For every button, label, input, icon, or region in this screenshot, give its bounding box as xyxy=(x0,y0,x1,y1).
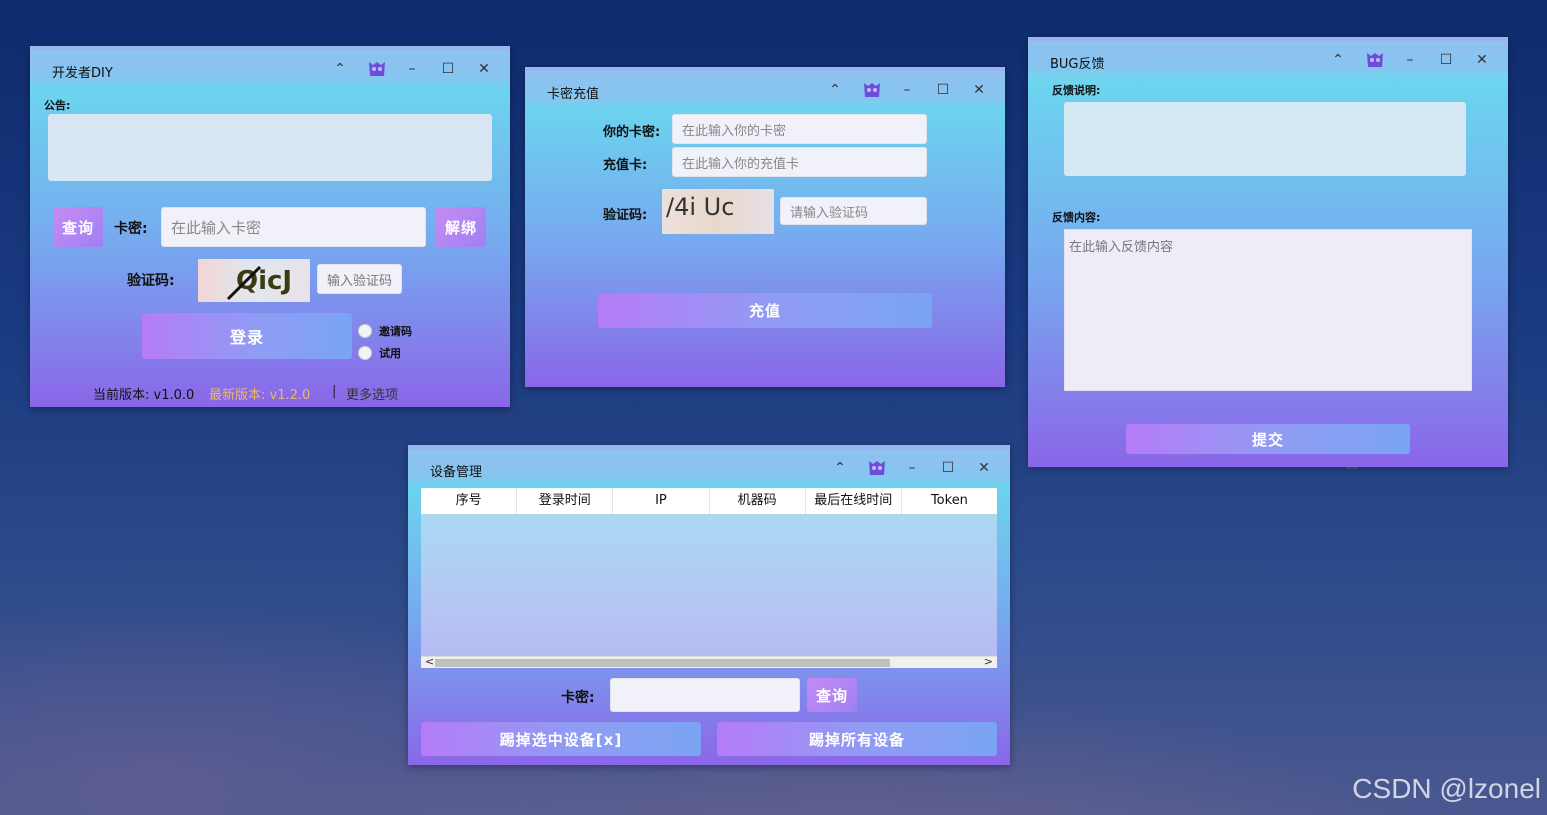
minimize-icon[interactable]: – xyxy=(895,79,919,101)
app-logo-icon xyxy=(366,59,388,79)
captcha-label: 验证码: xyxy=(127,273,175,289)
invite-radio[interactable]: 邀请码 xyxy=(358,323,412,339)
feedback-desc-label: 反馈说明: xyxy=(1052,84,1101,97)
close-icon[interactable]: ✕ xyxy=(967,79,991,101)
window-title: BUG反馈 xyxy=(1050,57,1105,72)
watermark: CSDN @lzonel xyxy=(1352,773,1541,804)
maximize-icon[interactable]: ☐ xyxy=(936,457,960,479)
card-input[interactable]: 在此输入卡密 xyxy=(161,207,426,247)
radio-dot xyxy=(358,346,372,360)
latest-version[interactable]: 最新版本: v1.2.0 xyxy=(209,384,310,403)
captcha-image[interactable]: /4i Uc xyxy=(662,189,774,234)
invite-radio-label: 邀请码 xyxy=(379,325,412,338)
current-version: 当前版本: v1.0.0 xyxy=(93,388,195,403)
captcha-image[interactable]: QicJ xyxy=(198,259,310,302)
captcha-input[interactable]: 请输入验证码 xyxy=(780,197,927,225)
feedback-window: BUG反馈 ⌃ – ☐ ✕ 反馈说明: 反馈内容: 在此输入反馈内容 提交 xyxy=(1028,37,1508,467)
column-header[interactable]: 序号 xyxy=(421,488,518,514)
titlebar: BUG反馈 ⌃ – ☐ ✕ xyxy=(1028,41,1508,79)
card-label: 卡密: xyxy=(114,221,148,237)
window-title: 卡密充值 xyxy=(547,87,600,102)
card-input[interactable] xyxy=(610,678,800,712)
feedback-content-label: 反馈内容: xyxy=(1052,211,1101,224)
query-button[interactable]: 查询 xyxy=(53,207,103,247)
close-icon[interactable]: ✕ xyxy=(1470,49,1494,71)
close-icon[interactable]: ✕ xyxy=(472,58,496,80)
captcha-text: /4i Uc xyxy=(666,193,734,221)
maximize-icon[interactable]: ☐ xyxy=(436,58,460,80)
card-label: 卡密: xyxy=(561,690,595,706)
your-card-label: 你的卡密: xyxy=(603,125,661,140)
titlebar: 设备管理 ⌃ – ☐ ✕ xyxy=(408,449,1010,487)
radio-dot xyxy=(358,324,372,338)
your-card-input[interactable]: 在此输入你的卡密 xyxy=(672,114,927,144)
scroll-right-icon[interactable]: > xyxy=(984,655,993,668)
maximize-icon[interactable]: ☐ xyxy=(1434,49,1458,71)
collapse-icon[interactable]: ⌃ xyxy=(823,79,847,101)
maximize-icon[interactable]: ☐ xyxy=(931,79,955,101)
recharge-card-input[interactable]: 在此输入你的充值卡 xyxy=(672,147,927,177)
app-logo-icon xyxy=(1364,50,1386,70)
column-header[interactable]: 登录时间 xyxy=(517,488,614,514)
device-table[interactable]: 序号 登录时间 IP 机器码 最后在线时间 Token < > xyxy=(421,488,997,668)
recharge-card-label: 充值卡: xyxy=(603,158,648,173)
minimize-icon[interactable]: – xyxy=(400,58,424,80)
collapse-icon[interactable]: ⌃ xyxy=(828,457,852,479)
notice-label: 公告: xyxy=(44,99,71,112)
titlebar: 卡密充值 ⌃ – ☐ ✕ xyxy=(525,71,1005,109)
titlebar: 开发者DIY ⌃ – ☐ ✕ xyxy=(30,50,510,88)
feedback-desc-box xyxy=(1064,102,1466,176)
app-logo-icon xyxy=(861,80,883,100)
column-header[interactable]: Token xyxy=(902,488,997,514)
login-button[interactable]: 登录 xyxy=(142,313,352,359)
feedback-content-input[interactable]: 在此输入反馈内容 xyxy=(1064,229,1472,391)
kick-all-button[interactable]: 踢掉所有设备 xyxy=(717,722,997,756)
horizontal-scrollbar[interactable]: < > xyxy=(421,655,997,668)
trial-radio[interactable]: 试用 xyxy=(358,345,401,361)
device-window: 设备管理 ⌃ – ☐ ✕ 序号 登录时间 IP 机器码 最后在线时间 Token… xyxy=(408,445,1010,765)
kick-selected-button[interactable]: 踢掉选中设备[x] xyxy=(421,722,701,756)
scroll-left-icon[interactable]: < xyxy=(425,655,434,668)
notice-box xyxy=(48,114,492,181)
window-title: 设备管理 xyxy=(430,465,483,480)
scrollbar-thumb[interactable] xyxy=(435,659,890,667)
recharge-button[interactable]: 充值 xyxy=(598,293,932,328)
more-options-link[interactable]: 更多选项 xyxy=(346,384,398,403)
footer-separator: | xyxy=(332,384,337,399)
submit-button[interactable]: 提交 xyxy=(1126,424,1410,454)
recharge-window: 卡密充值 ⌃ – ☐ ✕ 你的卡密: 在此输入你的卡密 充值卡: 在此输入你的充… xyxy=(525,67,1005,387)
close-icon[interactable]: ✕ xyxy=(972,457,996,479)
column-header[interactable]: 机器码 xyxy=(710,488,806,514)
column-header[interactable]: 最后在线时间 xyxy=(806,488,902,514)
minimize-icon[interactable]: – xyxy=(1398,49,1422,71)
window-title: 开发者DIY xyxy=(52,66,113,81)
unbind-button[interactable]: 解绑 xyxy=(436,207,486,247)
captcha-input[interactable]: 输入验证码 xyxy=(317,264,402,294)
trial-radio-label: 试用 xyxy=(379,347,401,360)
captcha-label: 验证码: xyxy=(603,208,648,223)
column-header[interactable]: IP xyxy=(613,488,710,514)
minimize-icon[interactable]: – xyxy=(900,457,924,479)
query-button[interactable]: 查询 xyxy=(807,678,857,712)
collapse-icon[interactable]: ⌃ xyxy=(1326,49,1350,71)
table-header: 序号 登录时间 IP 机器码 最后在线时间 Token xyxy=(421,488,997,514)
collapse-icon[interactable]: ⌃ xyxy=(328,58,352,80)
login-window: 开发者DIY ⌃ – ☐ ✕ 公告: 查询 卡密: 在此输入卡密 解绑 验证码:… xyxy=(30,46,510,407)
app-logo-icon xyxy=(866,458,888,478)
